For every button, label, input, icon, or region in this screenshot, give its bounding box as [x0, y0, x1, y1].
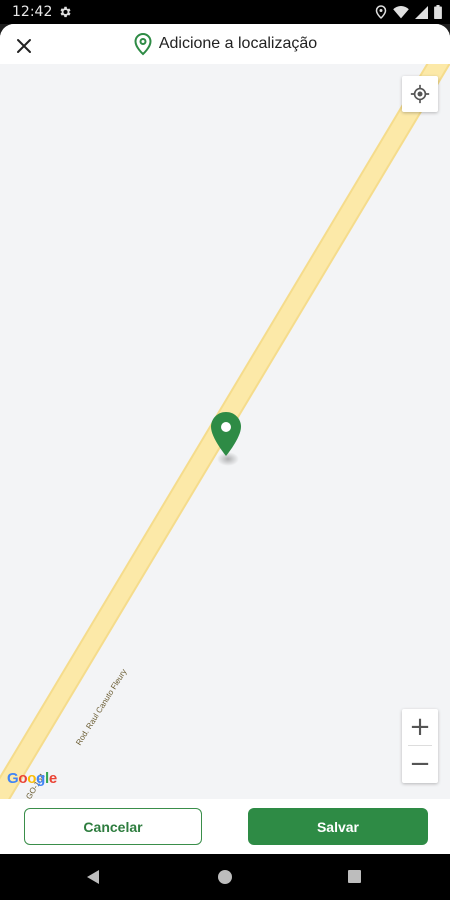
zoom-controls: + −: [402, 709, 438, 783]
header-title-group: Adicione a localização: [0, 32, 450, 56]
cancel-button[interactable]: Cancelar: [24, 808, 202, 845]
save-button[interactable]: Salvar: [248, 808, 428, 845]
location-pin-outline-icon: [134, 32, 152, 56]
status-bar: 12:42: [0, 0, 450, 24]
status-time: 12:42: [12, 4, 53, 20]
home-icon[interactable]: [218, 870, 232, 884]
my-location-button[interactable]: [402, 76, 438, 112]
zoom-out-button[interactable]: −: [402, 746, 438, 782]
location-sheet: Adicione a localização Rod. Raul Canuto …: [0, 24, 450, 854]
back-icon[interactable]: [86, 869, 100, 885]
header: Adicione a localização: [0, 24, 450, 64]
map-view[interactable]: Rod. Raul Canuto Fleury GO-164 + − Googl…: [0, 64, 450, 799]
map-marker-icon[interactable]: [209, 411, 243, 459]
battery-icon: [434, 5, 442, 19]
gear-icon: [60, 6, 71, 18]
signal-icon: [415, 5, 428, 19]
recents-icon[interactable]: [348, 870, 361, 883]
action-bar: Cancelar Salvar: [0, 799, 450, 854]
my-location-icon: [410, 84, 430, 104]
wifi-icon: [393, 5, 409, 18]
google-logo: Google: [7, 770, 57, 787]
location-icon: [375, 5, 387, 19]
zoom-in-button[interactable]: +: [402, 709, 438, 745]
navigation-bar: [0, 854, 450, 900]
page-title: Adicione a localização: [158, 35, 318, 52]
